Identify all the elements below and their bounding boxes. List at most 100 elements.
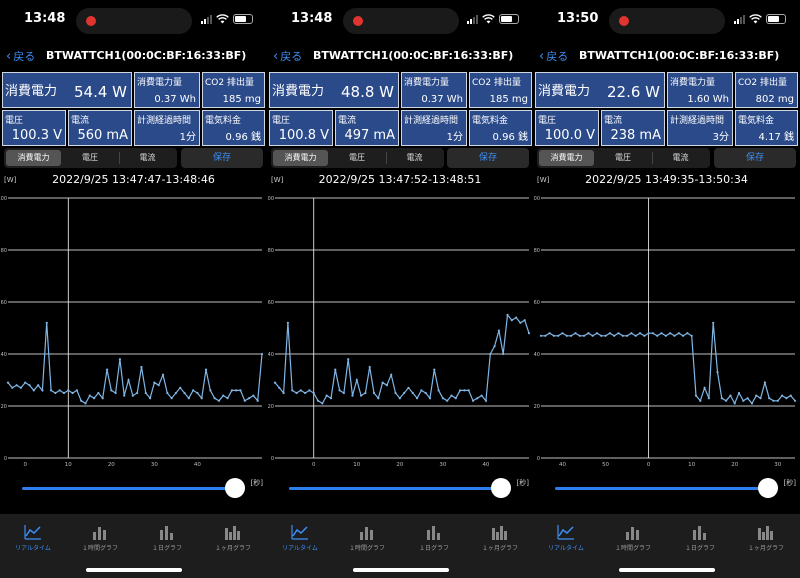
- save-button[interactable]: 保存: [714, 148, 796, 168]
- data-point: [110, 389, 113, 392]
- data-point: [45, 321, 48, 324]
- line-chart-icon: [291, 525, 308, 540]
- data-point: [24, 381, 27, 384]
- data-point: [88, 394, 91, 397]
- data-point: [613, 334, 616, 337]
- current-value: 497 mA: [344, 128, 395, 143]
- elapsed-label: 計測経過時間: [670, 116, 725, 126]
- current-label: 電流: [71, 116, 90, 126]
- time-slider[interactable]: [289, 478, 511, 498]
- tab-daily[interactable]: １日グラフ: [667, 524, 733, 552]
- time-slider[interactable]: [555, 478, 778, 498]
- tab-power[interactable]: 消費電力: [273, 150, 328, 166]
- tab-realtime[interactable]: リアルタイム: [267, 524, 333, 552]
- data-point: [75, 389, 78, 392]
- slider-thumb[interactable]: [491, 478, 511, 498]
- data-point: [437, 389, 440, 392]
- tab-realtime[interactable]: リアルタイム: [0, 524, 66, 552]
- slider-thumb[interactable]: [225, 478, 245, 498]
- tab-hourly[interactable]: １時間グラフ: [334, 524, 400, 552]
- tab-realtime[interactable]: リアルタイム: [533, 524, 599, 552]
- tab-hourly[interactable]: １時間グラフ: [600, 524, 666, 552]
- back-button[interactable]: ‹ 戻る: [539, 48, 568, 64]
- data-point: [750, 402, 754, 405]
- co2-label: CO2 排出量: [738, 78, 787, 88]
- data-point: [381, 381, 384, 384]
- data-point: [252, 394, 255, 397]
- data-point: [497, 329, 500, 332]
- tab-power[interactable]: 消費電力: [539, 150, 594, 166]
- data-point: [67, 389, 70, 392]
- time-slider[interactable]: [22, 478, 245, 498]
- voltage-cell: 電圧 100.3 V: [2, 110, 66, 146]
- tab-daily[interactable]: １日グラフ: [134, 524, 200, 552]
- data-point: [58, 389, 61, 392]
- tab-daily[interactable]: １日グラフ: [401, 524, 467, 552]
- tab-current[interactable]: 電流: [387, 150, 442, 166]
- recording-dot-icon: [86, 16, 96, 26]
- status-time: 13:50: [557, 11, 599, 26]
- tab-current[interactable]: 電流: [653, 150, 708, 166]
- data-point: [720, 397, 723, 400]
- data-point: [299, 389, 302, 392]
- data-point: [114, 391, 117, 395]
- data-point: [260, 352, 264, 356]
- data-point: [230, 389, 233, 392]
- data-point: [355, 378, 358, 382]
- tab-label: リアルタイム: [282, 545, 318, 552]
- metric-segmented-control: 消費電力 電圧 電流: [4, 148, 177, 168]
- data-point: [471, 399, 475, 402]
- data-point: [681, 334, 685, 337]
- tab-label: リアルタイム: [548, 545, 584, 552]
- save-button[interactable]: 保存: [181, 148, 263, 168]
- back-button[interactable]: ‹ 戻る: [273, 48, 302, 64]
- tab-hourly[interactable]: １時間グラフ: [67, 524, 133, 552]
- x-tick-label: 0: [23, 462, 27, 468]
- data-point: [226, 397, 229, 400]
- tab-voltage[interactable]: 電圧: [594, 150, 652, 166]
- energy-label: 消費電力量: [404, 78, 450, 88]
- tab-monthly[interactable]: １ヶ月グラフ: [733, 524, 799, 552]
- data-point: [582, 334, 586, 337]
- tab-monthly[interactable]: １ヶ月グラフ: [467, 524, 533, 552]
- x-tick-label: 10: [353, 462, 360, 468]
- y-tick-label: 20: [534, 404, 540, 410]
- cost-label: 電気料金: [738, 116, 775, 126]
- save-button[interactable]: 保存: [447, 148, 529, 168]
- cost-value: 0.96 銭: [225, 132, 261, 143]
- tab-label: １日グラフ: [151, 545, 182, 552]
- tab-monthly[interactable]: １ヶ月グラフ: [200, 524, 266, 552]
- back-button[interactable]: ‹ 戻る: [6, 48, 35, 64]
- x-unit-label: [秒]: [783, 479, 796, 487]
- data-point: [166, 391, 169, 395]
- x-tick-label: 30: [151, 462, 158, 468]
- x-tick-label: 30: [774, 462, 781, 468]
- elapsed-label: 計測経過時間: [404, 116, 459, 126]
- tab-voltage[interactable]: 電圧: [328, 150, 386, 166]
- data-point: [407, 386, 410, 389]
- screens-container: 13:48 ‹ 戻る BTWATTCH1(00:0C:BF:16:33:BF) 消…: [0, 0, 800, 578]
- cost-cell: 電気料金 4.17 銭: [735, 110, 798, 146]
- data-point: [377, 397, 380, 400]
- data-point: [329, 397, 333, 400]
- data-point: [454, 397, 457, 400]
- data-point: [737, 391, 741, 395]
- data-point: [101, 397, 104, 400]
- voltage-cell: 電圧 100.8 V: [269, 110, 333, 146]
- slider-thumb[interactable]: [758, 478, 778, 498]
- x-tick-label: 0: [312, 462, 316, 468]
- current-value: 238 mA: [610, 128, 661, 143]
- tab-current[interactable]: 電流: [120, 150, 175, 166]
- voltage-label: 電圧: [272, 116, 291, 126]
- y-tick-label: 100: [533, 196, 540, 202]
- power-value: 54.4 W: [74, 83, 127, 101]
- tab-power[interactable]: 消費電力: [6, 150, 61, 166]
- cost-value: 0.96 銭: [492, 132, 528, 143]
- data-point: [514, 316, 518, 319]
- elapsed-cell: 計測経過時間 3分: [667, 110, 733, 146]
- data-point: [638, 332, 642, 335]
- line-chart-icon: [557, 525, 574, 540]
- wifi-icon: [749, 14, 762, 24]
- tab-voltage[interactable]: 電圧: [61, 150, 119, 166]
- data-point: [729, 394, 732, 397]
